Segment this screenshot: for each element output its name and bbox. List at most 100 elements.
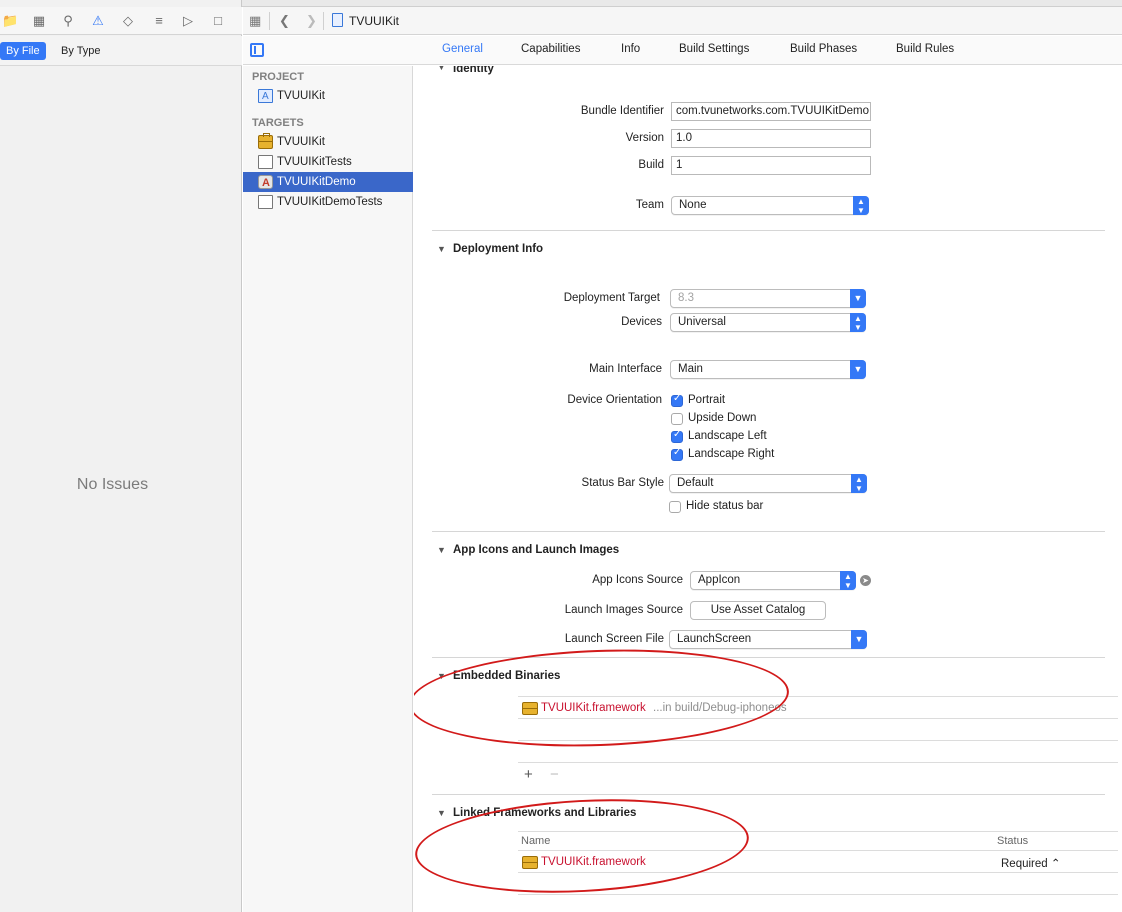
scope-by-file-button[interactable]: By File xyxy=(0,42,46,60)
editor-tab-bar: General Capabilities Info Build Settings… xyxy=(243,36,1122,65)
deployment-target-value: 8.3 xyxy=(678,292,694,304)
upside-down-checkbox[interactable] xyxy=(671,413,683,425)
warning-icon[interactable]: ⚠ xyxy=(90,13,106,29)
updown-chevron-icon: ▲ ▼ xyxy=(840,571,856,590)
add-button[interactable]: + xyxy=(524,766,533,783)
disclosure-triangle-icon[interactable]: ▼ xyxy=(437,244,446,254)
hide-status-bar-checkbox[interactable] xyxy=(669,501,681,513)
identity-section-title: Identity xyxy=(453,66,494,75)
tab-info[interactable]: Info xyxy=(621,43,640,55)
deployment-target-popup[interactable]: 8.3 ▼ xyxy=(670,289,866,308)
section-divider xyxy=(432,531,1105,532)
target-item-label: TVUUIKitDemo xyxy=(277,176,356,188)
app-icons-source-popup[interactable]: AppIcon ▲ ▼ xyxy=(690,571,856,590)
updown-chevron-icon: ▲ ▼ xyxy=(853,196,869,215)
main-interface-value: Main xyxy=(678,363,703,375)
device-orientation-label: Device Orientation xyxy=(567,394,662,406)
target-item-selected[interactable]: TVUUIKitDemo xyxy=(243,172,413,193)
linked-framework-status[interactable]: Required ⌃ xyxy=(1001,856,1061,870)
status-bar-style-popup[interactable]: Default ▲ ▼ xyxy=(669,474,867,493)
devices-popup[interactable]: Universal ▲ ▼ xyxy=(670,313,866,332)
disclosure-triangle-icon[interactable]: ▼ xyxy=(437,66,446,72)
tab-capabilities[interactable]: Capabilities xyxy=(521,43,580,55)
jump-bar: ▦ ❮ ❯ TVUUIKit xyxy=(243,7,1122,35)
framework-icon xyxy=(258,133,273,149)
tab-build-rules[interactable]: Build Rules xyxy=(896,43,954,55)
build-label: Build xyxy=(638,159,664,171)
general-settings-pane: ▼ Identity Bundle Identifier com.tvunetw… xyxy=(414,66,1122,912)
chevron-down-icon: ▼ xyxy=(850,289,866,308)
devices-label: Devices xyxy=(621,316,662,328)
symbol-navigator-icon[interactable]: ▦ xyxy=(31,13,47,29)
launch-screen-file-label: Launch Screen File xyxy=(564,633,664,645)
sidebar-toggle-icon[interactable] xyxy=(250,43,264,57)
jump-bar-divider xyxy=(323,12,324,30)
team-label: Team xyxy=(635,199,664,211)
empty-state-message: No Issues xyxy=(76,476,149,493)
team-popup[interactable]: None ▲ ▼ xyxy=(671,196,869,215)
search-icon[interactable]: ⚲ xyxy=(60,13,76,29)
target-item-label: TVUUIKitDemoTests xyxy=(277,196,383,208)
forward-arrow-icon[interactable]: ❯ xyxy=(306,13,317,29)
bundle-identifier-field[interactable]: com.tvunetworks.com.TVUUIKitDemo xyxy=(671,102,871,121)
navigator-scope-bar: By File By Type xyxy=(0,36,242,66)
status-bar-style-value: Default xyxy=(677,477,714,489)
main-interface-label: Main Interface xyxy=(589,363,662,375)
deployment-section-title: Deployment Info xyxy=(453,243,544,255)
go-to-asset-arrow-icon[interactable]: ➤ xyxy=(860,575,871,586)
navigator-toolbar: 📁 ▦ ⚲ ⚠ ◇ ≡ ▷ □ xyxy=(0,7,242,35)
section-divider xyxy=(432,230,1105,231)
debug-navigator-icon[interactable]: ≡ xyxy=(151,13,167,29)
targets-section-header: TARGETS xyxy=(252,117,304,129)
main-interface-combo[interactable]: Main ▼ xyxy=(670,360,866,379)
app-icons-source-label: App Icons Source xyxy=(592,574,683,586)
portrait-label: Portrait xyxy=(688,394,726,406)
portrait-checkbox[interactable] xyxy=(671,393,683,407)
column-header-status[interactable]: Status xyxy=(997,835,1028,847)
launch-screen-file-value: LaunchScreen xyxy=(677,633,752,645)
tab-general[interactable]: General xyxy=(442,43,483,55)
version-field[interactable]: 1.0 xyxy=(671,129,871,148)
jump-bar-divider xyxy=(269,12,270,30)
app-icons-section-title: App Icons and Launch Images xyxy=(453,544,620,556)
landscape-left-label: Landscape Left xyxy=(688,430,767,442)
project-file-icon xyxy=(332,13,343,27)
target-item[interactable]: TVUUIKitTests xyxy=(243,152,413,172)
target-item[interactable]: TVUUIKitDemoTests xyxy=(243,192,413,212)
build-field[interactable]: 1 xyxy=(671,156,871,175)
back-arrow-icon[interactable]: ❮ xyxy=(279,13,290,29)
launch-images-source-label: Launch Images Source xyxy=(564,604,683,616)
section-divider xyxy=(432,794,1105,795)
launch-screen-file-combo[interactable]: LaunchScreen ▼ xyxy=(669,630,867,649)
test-bundle-icon xyxy=(258,195,273,209)
tab-build-phases[interactable]: Build Phases xyxy=(790,43,857,55)
related-items-icon[interactable]: ▦ xyxy=(249,13,261,29)
scope-by-type-button[interactable]: By Type xyxy=(55,42,107,60)
landscape-left-checkbox[interactable] xyxy=(671,429,683,443)
project-item[interactable]: TVUUIKit xyxy=(243,86,413,107)
disclosure-triangle-icon[interactable]: ▼ xyxy=(437,808,446,818)
upside-down-label: Upside Down xyxy=(688,412,757,424)
app-icons-source-value: AppIcon xyxy=(698,574,741,586)
disclosure-triangle-icon[interactable]: ▼ xyxy=(437,545,446,555)
target-item[interactable]: TVUUIKit xyxy=(243,132,413,152)
updown-chevron-icon: ▲ ▼ xyxy=(850,313,866,332)
breakpoint-icon[interactable]: ▷ xyxy=(180,13,196,29)
red-annotation-ellipse xyxy=(414,643,791,753)
chevron-down-icon: ▼ xyxy=(851,630,867,649)
landscape-right-checkbox[interactable] xyxy=(671,447,683,461)
jump-bar-title[interactable]: TVUUIKit xyxy=(349,13,399,29)
remove-button[interactable]: − xyxy=(550,766,559,783)
test-navigator-icon[interactable]: ◇ xyxy=(120,13,136,29)
target-item-label: TVUUIKit xyxy=(277,136,325,148)
team-value: None xyxy=(679,199,707,211)
tab-build-settings[interactable]: Build Settings xyxy=(679,43,749,55)
folder-icon[interactable]: 📁 xyxy=(2,13,18,29)
use-asset-catalog-button[interactable]: Use Asset Catalog xyxy=(690,601,826,620)
devices-value: Universal xyxy=(678,316,726,328)
updown-chevron-icon: ▲ ▼ xyxy=(851,474,867,493)
table-border xyxy=(518,762,1118,763)
report-icon[interactable]: □ xyxy=(210,13,226,29)
hide-status-bar-label: Hide status bar xyxy=(686,500,764,512)
status-bar-style-label: Status Bar Style xyxy=(581,477,664,489)
